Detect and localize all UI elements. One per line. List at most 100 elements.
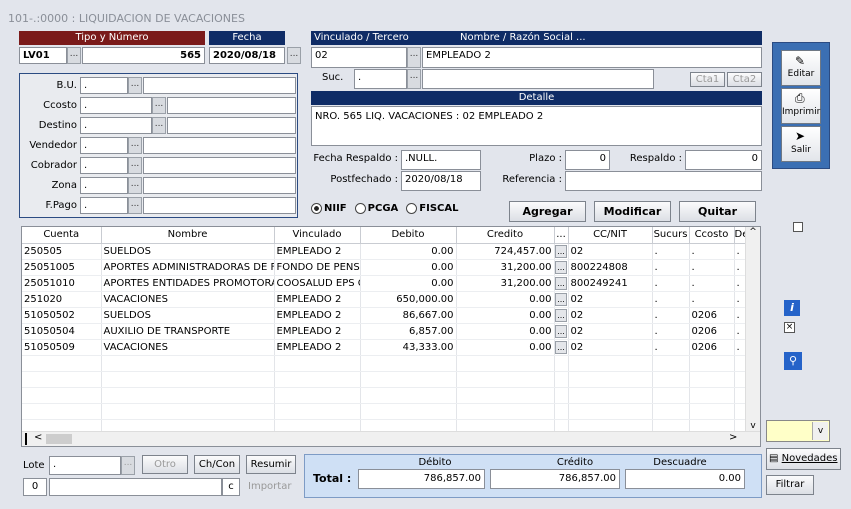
modificar-button[interactable]: Modificar [594, 201, 671, 222]
salir-button[interactable]: ➤ Salir [781, 126, 821, 162]
table-row[interactable]: 51050502 SUELDOS EMPLEADO 2 86,667.00 0.00..… [22, 307, 748, 324]
grid-column-header[interactable]: Nombre [101, 227, 275, 244]
row-lookup-button[interactable]: ... [554, 259, 569, 276]
tipo-input[interactable]: LV01 [19, 47, 67, 64]
search-icon[interactable]: ⚲ [784, 352, 802, 370]
field-input[interactable]: . [80, 197, 128, 214]
grid-column-header[interactable]: Ccosto [689, 227, 735, 244]
table-row[interactable]: 250505 SUELDOS EMPLEADO 2 0.00 724,457.00...… [22, 243, 748, 260]
imprimir-button[interactable]: ⎙ Imprimir [781, 88, 821, 124]
cta1-button[interactable]: Cta1 [690, 72, 725, 87]
field-input[interactable]: . [80, 157, 128, 174]
fecha-respaldo-input[interactable]: .NULL. [401, 150, 481, 170]
field-input[interactable]: . [80, 177, 128, 194]
field-input[interactable]: . [80, 137, 128, 154]
vinculado-input[interactable]: 02 [311, 47, 407, 68]
grid-column-header[interactable]: Debito [360, 227, 457, 244]
field-name[interactable] [143, 77, 296, 94]
field-lookup-button[interactable]: ... [152, 117, 166, 134]
field-lookup-button[interactable]: ... [128, 177, 142, 194]
vinculado-lookup-button[interactable]: ... [407, 47, 421, 68]
row-lookup-button[interactable]: ... [554, 243, 569, 260]
table-row[interactable]: 51050504 AUXILIO DE TRANSPORTE EMPLEADO 26… [22, 323, 748, 340]
scroll-right-icon[interactable]: > [729, 432, 737, 443]
field-name[interactable] [143, 137, 296, 154]
grid-column-header[interactable]: Sucurs [652, 227, 690, 244]
referencia-input[interactable] [565, 171, 762, 191]
field-lookup-button[interactable]: ... [128, 77, 142, 94]
novedades-button[interactable]: ▤ Novedades [766, 448, 841, 470]
grid-horizontal-scrollbar[interactable]: < > [22, 431, 760, 446]
row-lookup-button[interactable]: ... [554, 307, 569, 324]
resumir-button[interactable]: Resumir [246, 455, 296, 474]
field-name[interactable] [167, 97, 296, 114]
nombre-input[interactable]: EMPLEADO 2 [422, 47, 762, 68]
grid-column-header[interactable]: CC/NIT [568, 227, 653, 244]
grid-cell: 0.00 [456, 307, 555, 324]
color-select[interactable]: v [766, 420, 830, 442]
field-lookup-button[interactable]: ... [128, 197, 142, 214]
importar-button[interactable]: Importar [248, 481, 291, 492]
suc-name-input[interactable] [422, 69, 654, 89]
field-input[interactable]: . [80, 97, 152, 114]
otro-button[interactable]: Otro [142, 455, 188, 474]
respaldo-input[interactable]: 0 [685, 150, 762, 170]
table-row[interactable]: 25051010 APORTES ENTIDADES PROMOTORA COOSA… [22, 275, 748, 292]
lote-lookup-button[interactable]: ... [121, 456, 135, 475]
grid-column-header[interactable]: ... [554, 227, 569, 244]
grid-vertical-scrollbar[interactable]: ^ v [745, 227, 760, 431]
fecha-picker-button[interactable]: ... [287, 47, 301, 64]
field-input[interactable]: . [80, 117, 152, 134]
count-input[interactable]: 0 [23, 478, 47, 496]
numero-input[interactable]: 565 [82, 47, 205, 64]
fiscal-radio[interactable]: FISCAL [406, 203, 459, 214]
option-checkbox[interactable] [793, 222, 803, 232]
grid-column-header[interactable]: Credito [456, 227, 555, 244]
row-lookup-button[interactable]: ... [554, 339, 569, 356]
table-row[interactable]: 251020 VACACIONES EMPLEADO 2 650,000.00 0.00… [22, 291, 748, 308]
table-row[interactable]: 25051005 APORTES ADMINISTRADORAS DE F FOND… [22, 259, 748, 276]
filtrar-button[interactable]: Filtrar [766, 475, 814, 495]
editar-button[interactable]: ✎ Editar [781, 50, 821, 86]
fecha-input[interactable]: 2020/08/18 [209, 47, 285, 64]
scroll-down-icon[interactable]: v [746, 421, 760, 431]
tipo-lookup-button[interactable]: ... [67, 47, 81, 64]
lote-input[interactable]: . [49, 456, 121, 475]
row-lookup-button[interactable]: ... [554, 323, 569, 340]
x-checkbox[interactable]: × [784, 322, 795, 333]
postfechado-input[interactable]: 2020/08/18 [401, 171, 481, 191]
plazo-input[interactable]: 0 [565, 150, 610, 170]
field-name[interactable] [143, 177, 296, 194]
table-row[interactable]: 51050509 VACACIONES EMPLEADO 2 43,333.00 0.0… [22, 339, 748, 356]
c-input[interactable]: c [222, 478, 240, 496]
info-icon[interactable]: i [784, 300, 800, 316]
grid-column-header[interactable]: Vinculado [274, 227, 361, 244]
agregar-button[interactable]: Agregar [509, 201, 586, 222]
grid-cell: 724,457.00 [456, 243, 555, 260]
field-name[interactable] [143, 197, 296, 214]
field-lookup-button[interactable]: ... [128, 157, 142, 174]
field-name[interactable] [167, 117, 296, 134]
scroll-up-icon[interactable]: ^ [746, 227, 760, 237]
field-input[interactable]: . [80, 77, 128, 94]
scroll-left-icon[interactable]: < [34, 432, 42, 443]
grid-column-header[interactable]: Cuenta [22, 227, 102, 244]
grid-cell: 0206 [689, 323, 735, 340]
suc-lookup-button[interactable]: ... [407, 69, 421, 89]
pcga-radio[interactable]: PCGA [354, 203, 398, 214]
row-lookup-button[interactable]: ... [554, 291, 569, 308]
h-scroll-thumb[interactable] [46, 434, 72, 444]
row-lookup-button[interactable]: ... [554, 275, 569, 292]
cta2-button[interactable]: Cta2 [727, 72, 762, 87]
file-path-input[interactable] [49, 478, 222, 496]
chcon-button[interactable]: Ch/Con [194, 455, 240, 474]
suc-input[interactable]: . [354, 69, 407, 89]
field-lookup-button[interactable]: ... [128, 137, 142, 154]
field-lookup-button[interactable]: ... [152, 97, 166, 114]
grid-cell [554, 387, 569, 404]
accounts-grid[interactable]: Cuenta Nombre Vinculado Debito Credito... CC/… [21, 226, 761, 447]
detalle-textarea[interactable]: NRO. 565 LIQ. VACACIONES : 02 EMPLEADO 2 [311, 106, 762, 146]
quitar-button[interactable]: Quitar [679, 201, 756, 222]
field-name[interactable] [143, 157, 296, 174]
niif-radio[interactable]: NIIF [311, 203, 347, 214]
